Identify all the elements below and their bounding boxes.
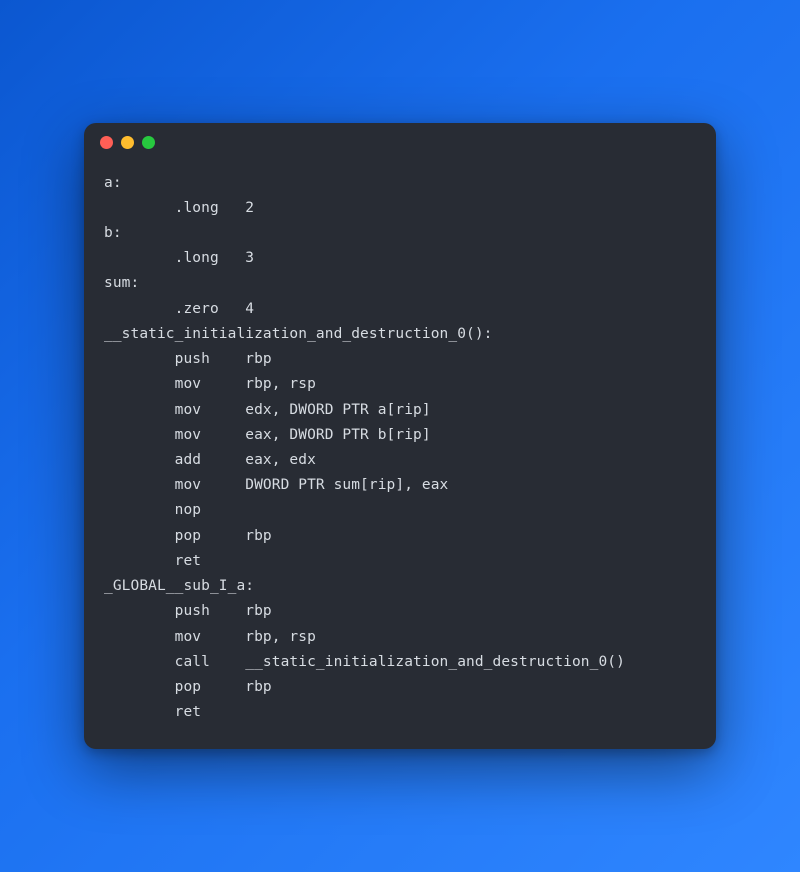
code-line: call __static_initialization_and_destruc… xyxy=(104,654,625,670)
code-block: a: .long 2 b: .long 3 sum: .zero 4 __sta… xyxy=(84,163,716,726)
code-line: mov eax, DWORD PTR b[rip] xyxy=(104,427,431,443)
code-line: mov edx, DWORD PTR a[rip] xyxy=(104,402,431,418)
code-line: mov rbp, rsp xyxy=(104,629,316,645)
code-line: add eax, edx xyxy=(104,452,316,468)
code-line: mov rbp, rsp xyxy=(104,376,316,392)
window-titlebar[interactable] xyxy=(84,123,716,163)
code-line: push rbp xyxy=(104,351,272,367)
code-line: nop xyxy=(104,502,201,518)
code-line: ret xyxy=(104,704,201,720)
code-line: _GLOBAL__sub_I_a: xyxy=(104,578,254,594)
close-icon[interactable] xyxy=(100,136,113,149)
code-line: b: xyxy=(104,225,122,241)
code-line: .long 3 xyxy=(104,250,254,266)
code-line: a: xyxy=(104,175,122,191)
code-line: .long 2 xyxy=(104,200,254,216)
maximize-icon[interactable] xyxy=(142,136,155,149)
code-line: sum: xyxy=(104,275,139,291)
code-line: __static_initialization_and_destruction_… xyxy=(104,326,493,342)
code-line: pop rbp xyxy=(104,679,272,695)
code-line: push rbp xyxy=(104,603,272,619)
minimize-icon[interactable] xyxy=(121,136,134,149)
code-line: .zero 4 xyxy=(104,301,254,317)
code-line: mov DWORD PTR sum[rip], eax xyxy=(104,477,448,493)
code-line: ret xyxy=(104,553,201,569)
terminal-window: a: .long 2 b: .long 3 sum: .zero 4 __sta… xyxy=(84,123,716,750)
code-line: pop rbp xyxy=(104,528,272,544)
